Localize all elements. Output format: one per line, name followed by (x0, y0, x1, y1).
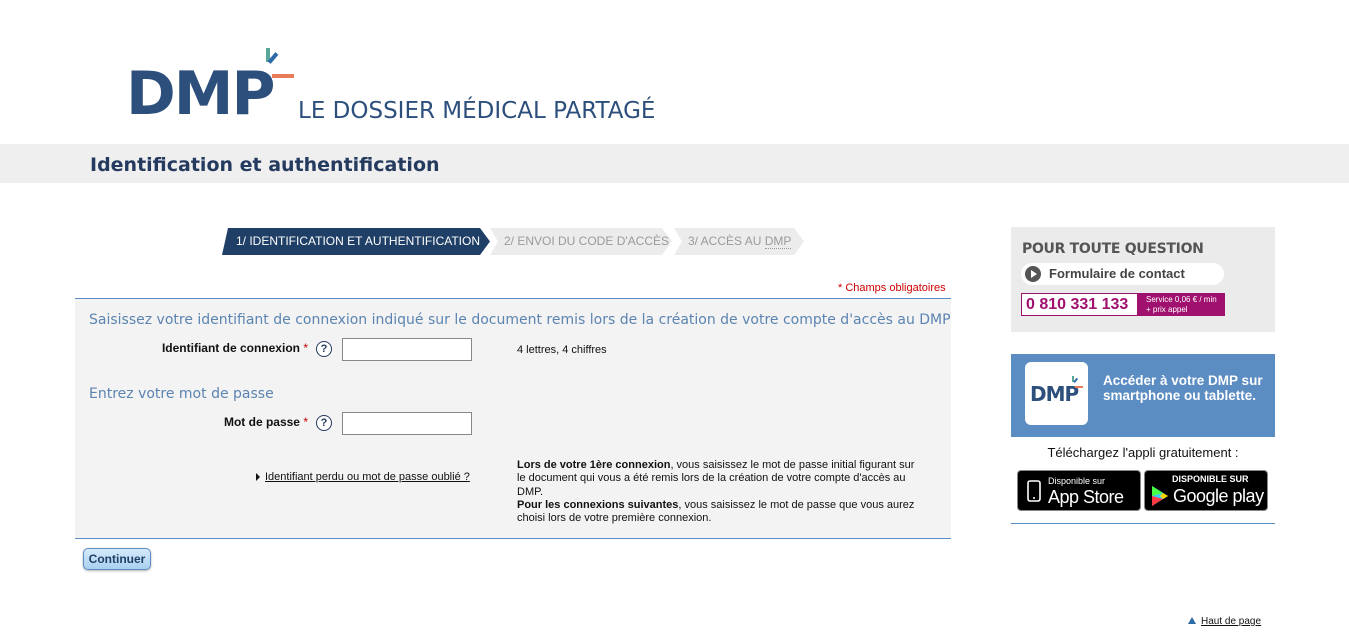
question-box: POUR TOUTE QUESTION Formulaire de contac… (1011, 227, 1275, 332)
app-sparks-icon (1072, 376, 1083, 388)
step-label: 1/ IDENTIFICATION ET AUTHENTIFICATION (236, 234, 481, 248)
password-input[interactable] (342, 412, 472, 435)
mobile-app-box: DMP Accéder à votre DMP sur smartphone o… (1011, 354, 1275, 524)
step-label: 3/ ACCÈS AU DMP (688, 234, 792, 249)
password-info-text: Lors de votre 1ère connexion, vous saisi… (517, 459, 915, 525)
play-circle-icon (1025, 266, 1041, 282)
login-input[interactable] (342, 338, 472, 361)
logo-sparks-icon (266, 48, 294, 78)
app-banner[interactable]: DMP Accéder à votre DMP sur smartphone o… (1011, 354, 1275, 437)
password-help-icon[interactable]: ? (316, 415, 332, 431)
google-play-icon (1152, 486, 1168, 506)
login-label: Identifiant de connexion * (161, 341, 308, 355)
phone-number: 0 810 331 133 (1021, 293, 1138, 316)
login-form-panel: Saisissez votre identifiant de connexion… (75, 298, 951, 539)
google-play-badge[interactable]: DISPONIBLE SUR Google play (1144, 470, 1268, 511)
arrow-up-icon (1188, 617, 1196, 624)
login-hint: 4 lettres, 4 chiffres (517, 344, 607, 356)
step-acces-dmp: 3/ ACCÈS AU DMP (674, 228, 804, 255)
login-help-icon[interactable]: ? (316, 341, 332, 357)
continue-button[interactable]: Continuer (83, 548, 151, 570)
step-label: 2/ ENVOI DU CODE D'ACCÈS (504, 234, 669, 248)
phone-rate: Service 0,06 € / min + prix appel (1138, 293, 1225, 316)
title-band: Identification et authentification (0, 144, 1349, 183)
question-title: POUR TOUTE QUESTION (1022, 241, 1204, 257)
lost-credentials-link-text[interactable]: Identifiant perdu ou mot de passe oublié… (265, 471, 470, 483)
app-banner-text: Accéder à votre DMP sur smartphone ou ta… (1103, 373, 1263, 403)
apple-icon (1027, 480, 1041, 502)
logo-subtitle: LE DOSSIER MÉDICAL PARTAGÉ (298, 98, 656, 124)
logo-text: DMP (126, 59, 275, 129)
password-label: Mot de passe * (223, 415, 308, 429)
app-store-badge[interactable]: Disponible sur App Store (1017, 470, 1141, 511)
required-fields-note: * Champs obligatoires (838, 282, 946, 294)
required-star: * (303, 341, 308, 355)
step-code-envoi: 2/ ENVOI DU CODE D'ACCÈS (490, 228, 672, 255)
lost-credentials-link[interactable]: Identifiant perdu ou mot de passe oublié… (256, 471, 470, 483)
dmp-abbr: DMP (764, 234, 792, 249)
step-identification: 1/ IDENTIFICATION ET AUTHENTIFICATION (222, 228, 490, 255)
dmp-app-icon: DMP (1025, 362, 1088, 425)
contact-form-button[interactable]: Formulaire de contact (1021, 263, 1224, 285)
dmp-logo[interactable]: DMP LE DOSSIER MÉDICAL PARTAGÉ (126, 46, 686, 126)
password-section-title: Entrez votre mot de passe (89, 386, 274, 402)
page-title: Identification et authentification (90, 154, 440, 176)
download-text: Téléchargez l'appli gratuitement : (1047, 445, 1239, 460)
back-to-top-link[interactable]: Haut de page (1188, 616, 1261, 627)
required-star: * (303, 415, 308, 429)
login-section-title: Saisissez votre identifiant de connexion… (89, 312, 951, 328)
arrow-right-icon (256, 473, 260, 482)
